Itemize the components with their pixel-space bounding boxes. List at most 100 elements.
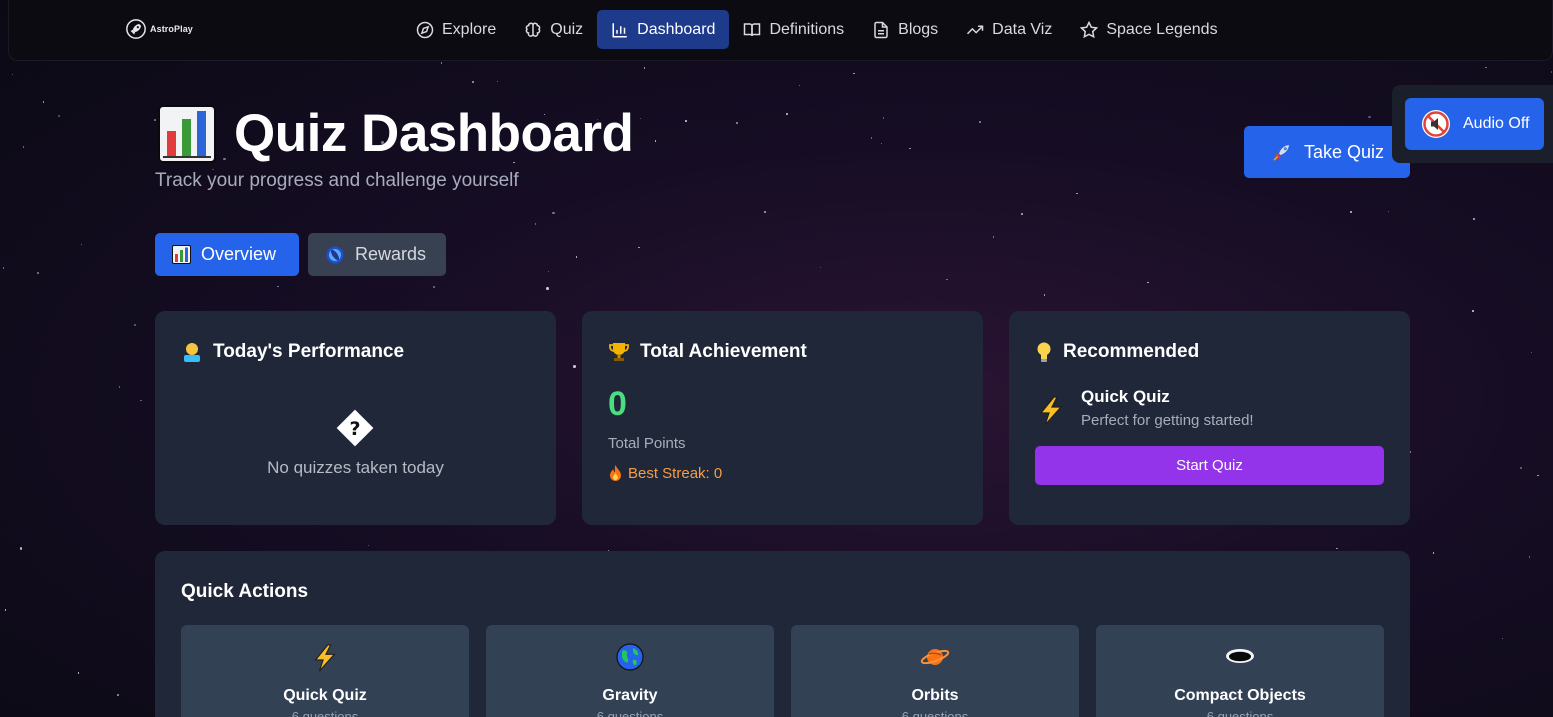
star bbox=[643, 67, 646, 69]
star bbox=[2, 267, 5, 269]
star bbox=[1368, 115, 1371, 119]
book-open-icon bbox=[744, 22, 761, 36]
star bbox=[472, 81, 474, 83]
star bbox=[11, 73, 14, 76]
rocket-icon bbox=[1273, 145, 1289, 161]
star bbox=[140, 399, 142, 402]
take-quiz-label: Take Quiz bbox=[1303, 141, 1385, 162]
tab-rewards[interactable]: Rewards bbox=[308, 233, 446, 276]
total-achievement-card: Total Achievement 0 Total Points Best St… bbox=[582, 311, 983, 525]
bar-chart-emoji-icon bbox=[172, 245, 191, 264]
person-icon bbox=[184, 343, 200, 362]
star bbox=[1473, 218, 1475, 220]
star bbox=[547, 270, 550, 273]
quick-action-subtitle: 6 questions bbox=[1206, 709, 1274, 717]
recommended-item-title: Quick Quiz bbox=[1081, 387, 1170, 406]
star bbox=[77, 672, 80, 674]
svg-text:?: ? bbox=[349, 418, 360, 440]
nav-item-dashboard[interactable]: Dashboard bbox=[597, 10, 730, 49]
quick-action-compact-objects[interactable]: Compact Objects 6 questions bbox=[1096, 625, 1384, 717]
star bbox=[534, 223, 537, 225]
quick-action-name: Orbits bbox=[911, 687, 959, 704]
nav-item-label: Space Legends bbox=[1106, 20, 1218, 38]
globe-icon bbox=[616, 643, 644, 671]
star bbox=[42, 101, 45, 103]
nav-item-definitions[interactable]: Definitions bbox=[729, 10, 858, 49]
recommended-card: Recommended Quick Quiz Perfect for getti… bbox=[1009, 311, 1410, 525]
tab-overview[interactable]: Overview bbox=[155, 233, 299, 276]
star bbox=[573, 365, 576, 368]
nav-item-data-viz[interactable]: Data Viz bbox=[952, 10, 1066, 49]
lightning-icon bbox=[314, 644, 336, 672]
star bbox=[118, 386, 121, 388]
tab-label: Overview bbox=[201, 244, 277, 264]
quick-action-orbits[interactable]: Orbits 6 questions bbox=[791, 625, 1079, 717]
star bbox=[786, 113, 788, 115]
star bbox=[58, 115, 60, 117]
logo-text: AstroPlay bbox=[150, 24, 193, 34]
star bbox=[80, 243, 83, 246]
star bbox=[1350, 211, 1352, 213]
page-header: Quiz Dashboard bbox=[158, 103, 634, 164]
star bbox=[1519, 466, 1522, 470]
quick-action-subtitle: 6 questions bbox=[596, 709, 664, 717]
star bbox=[546, 287, 549, 290]
trending-up-icon bbox=[967, 25, 984, 34]
star bbox=[764, 211, 766, 213]
nav-item-label: Blogs bbox=[898, 20, 939, 38]
nav-item-label: Quiz bbox=[550, 20, 584, 38]
star bbox=[654, 140, 657, 142]
recommended-item[interactable]: Quick Quiz Perfect for getting started! bbox=[1035, 387, 1254, 429]
lightning-icon bbox=[1039, 396, 1063, 426]
audio-toggle-button[interactable]: Audio Off bbox=[1405, 98, 1544, 150]
muted-speaker-icon bbox=[1422, 110, 1450, 138]
audio-panel: Audio Off bbox=[1392, 85, 1553, 163]
empty-state-text: No quizzes taken today bbox=[267, 458, 444, 477]
star bbox=[37, 272, 39, 274]
total-points-value: 0 bbox=[608, 385, 627, 423]
nav-item-explore[interactable]: Explore bbox=[402, 10, 510, 49]
star bbox=[1387, 210, 1390, 213]
best-streak-text: Best Streak: 0 bbox=[628, 465, 723, 482]
star bbox=[882, 117, 885, 119]
star bbox=[1501, 637, 1504, 640]
star bbox=[819, 266, 821, 269]
trophy-icon bbox=[609, 343, 629, 361]
star bbox=[1147, 281, 1149, 284]
start-quiz-button[interactable]: Start Quiz bbox=[1035, 446, 1384, 485]
lightbulb-icon bbox=[1037, 342, 1051, 362]
nav-item-label: Dashboard bbox=[637, 20, 716, 38]
star bbox=[979, 121, 981, 123]
ringed-planet-icon bbox=[920, 649, 950, 665]
star bbox=[552, 211, 555, 215]
star bbox=[1043, 294, 1046, 296]
quick-action-name: Compact Objects bbox=[1174, 687, 1306, 704]
medal-icon bbox=[326, 246, 344, 263]
star bbox=[117, 694, 119, 696]
quick-actions-title: Quick Actions bbox=[181, 581, 309, 602]
top-navigation-bar: AstroPlay Explore Quiz Dashboard Definit… bbox=[8, 0, 1553, 61]
quick-action-gravity[interactable]: Gravity 6 questions bbox=[486, 625, 774, 717]
nav-item-space-legends[interactable]: Space Legends bbox=[1066, 10, 1231, 49]
star bbox=[853, 72, 855, 75]
bar-chart-emoji-icon bbox=[158, 104, 216, 163]
quick-action-quick-quiz[interactable]: Quick Quiz 6 questions bbox=[181, 625, 469, 717]
star bbox=[1336, 547, 1338, 550]
tab-label: Rewards bbox=[355, 244, 427, 264]
star-icon bbox=[1080, 20, 1099, 38]
star bbox=[1537, 474, 1539, 477]
star bbox=[685, 120, 687, 122]
question-diamond-icon: ? bbox=[336, 409, 374, 447]
nav-item-quiz[interactable]: Quiz bbox=[510, 10, 597, 49]
logo[interactable]: AstroPlay bbox=[125, 18, 193, 40]
card-header: Recommended bbox=[1035, 341, 1199, 363]
star bbox=[440, 62, 443, 64]
star bbox=[1472, 310, 1474, 312]
quick-actions-section: Quick Actions Quick Quiz 6 questions Gra… bbox=[155, 551, 1410, 717]
nav-item-blogs[interactable]: Blogs bbox=[858, 10, 952, 49]
take-quiz-button[interactable]: Take Quiz bbox=[1244, 126, 1410, 178]
star bbox=[1530, 351, 1533, 354]
fire-icon bbox=[610, 465, 621, 481]
star bbox=[1485, 66, 1487, 69]
todays-performance-card: Today's Performance ? No quizzes taken t… bbox=[155, 311, 556, 525]
